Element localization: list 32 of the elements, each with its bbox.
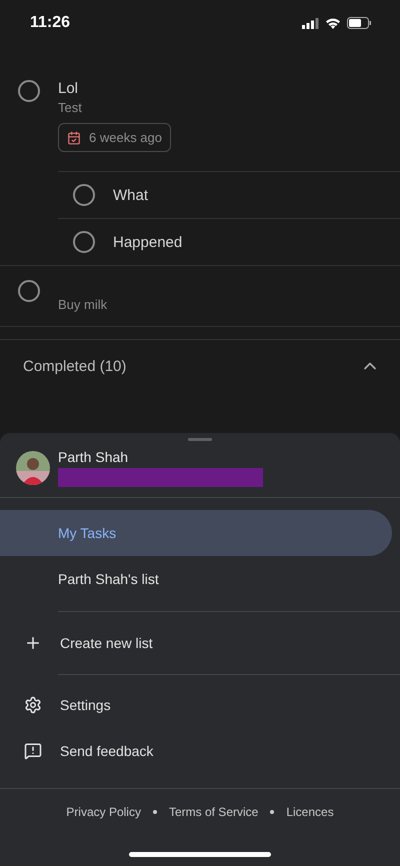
footer-link[interactable]: Licences xyxy=(286,805,334,819)
task-checkbox[interactable] xyxy=(73,184,95,206)
completed-header[interactable]: Completed (10) xyxy=(23,358,126,374)
menu-item[interactable]: Send feedback xyxy=(0,728,400,774)
task-checkbox[interactable] xyxy=(18,280,40,302)
signal-icon xyxy=(302,18,319,28)
subtask-title: What xyxy=(113,186,148,204)
wifi-icon xyxy=(325,17,341,29)
due-date-chip[interactable]: 6 weeks ago xyxy=(58,123,171,152)
subtask-title: Happened xyxy=(113,234,182,250)
separator-dot xyxy=(270,810,274,814)
list-item[interactable]: Parth Shah's list xyxy=(0,556,392,602)
footer-link[interactable]: Terms of Service xyxy=(168,805,258,819)
feedback-icon xyxy=(24,742,42,760)
battery-icon xyxy=(347,17,372,29)
plus-icon xyxy=(24,634,42,652)
status-time: 11:26 xyxy=(30,14,70,32)
menu-item[interactable]: Settings xyxy=(0,682,400,728)
account-name: Parth Shah xyxy=(58,449,130,465)
footer-link[interactable]: Privacy Policy xyxy=(66,805,141,819)
calendar-icon xyxy=(67,130,81,144)
avatar[interactable] xyxy=(16,451,50,485)
task-checkbox[interactable] xyxy=(18,80,40,102)
sheet-handle[interactable] xyxy=(188,438,212,441)
create-list-button[interactable]: Create new list xyxy=(0,620,400,666)
separator-dot xyxy=(152,810,157,814)
list-item[interactable]: My Tasks xyxy=(0,510,392,556)
task-checkbox[interactable] xyxy=(73,231,95,253)
task-notes: Buy milk xyxy=(58,297,108,312)
settings-icon xyxy=(24,696,42,714)
task-title: Lol xyxy=(58,80,80,97)
task-notes: Test xyxy=(58,100,83,115)
